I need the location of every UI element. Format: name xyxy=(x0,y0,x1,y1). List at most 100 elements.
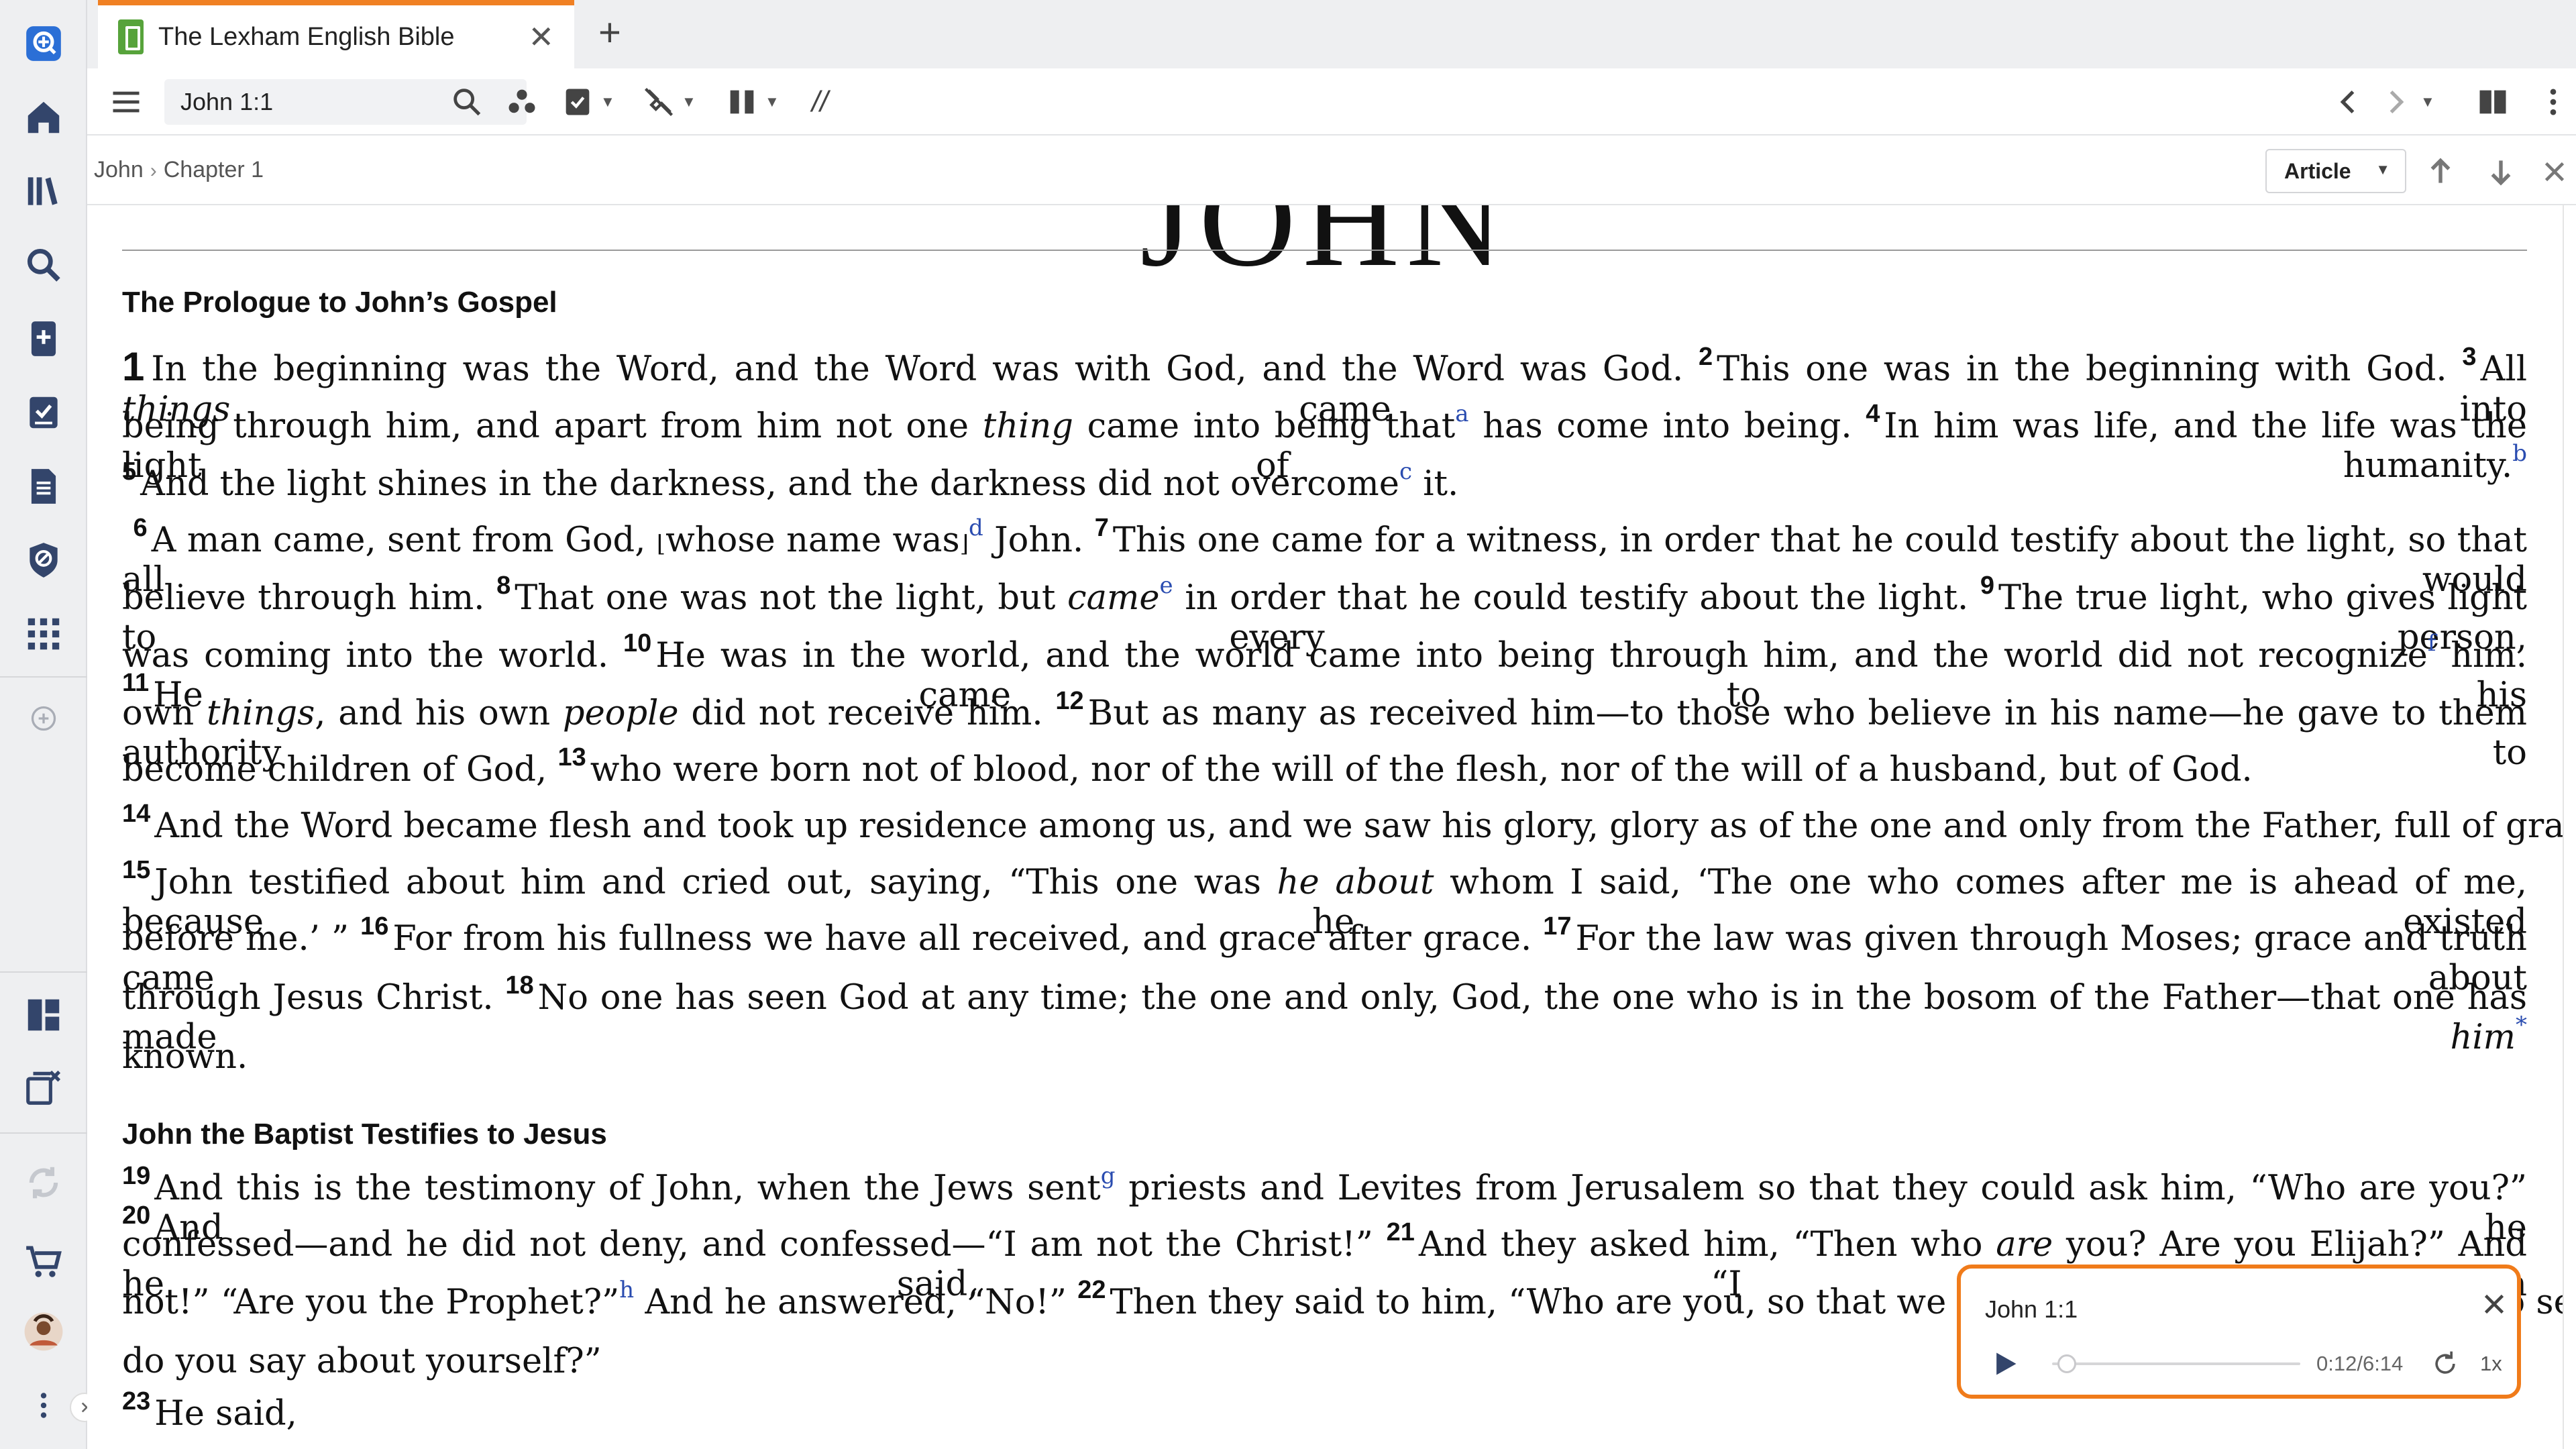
footnote-link[interactable]: b xyxy=(2512,440,2527,467)
verse-number[interactable]: 14 xyxy=(122,800,150,828)
checklist-icon[interactable] xyxy=(20,389,67,436)
verse-text: things xyxy=(206,694,315,733)
verse-text: John testified about him and cried out, … xyxy=(154,863,1261,902)
verse-number[interactable]: 22 xyxy=(1077,1276,1106,1304)
sync-icon[interactable] xyxy=(20,1159,67,1206)
layouts-icon[interactable] xyxy=(20,991,67,1038)
verse-text: He said, xyxy=(154,1394,297,1434)
add-circle-icon[interactable] xyxy=(20,695,67,742)
verse-number[interactable]: 13 xyxy=(557,743,586,771)
verse-number[interactable]: 11 xyxy=(122,669,149,697)
footnote-link[interactable]: d xyxy=(969,515,983,541)
breadcrumb-book[interactable]: John xyxy=(94,157,144,182)
verse-number[interactable]: 9 xyxy=(1980,572,1994,600)
verse-number[interactable]: 19 xyxy=(122,1162,150,1190)
logos-search-icon[interactable] xyxy=(20,20,67,67)
chevron-down-icon[interactable]: ▼ xyxy=(765,93,780,111)
verse-number[interactable]: 16 xyxy=(360,912,388,941)
panel-tools-icon[interactable] xyxy=(504,83,539,121)
article-label: Article xyxy=(2284,158,2351,183)
visual-filters-icon[interactable]: ▼ xyxy=(560,83,615,121)
back-arrow-icon[interactable] xyxy=(2331,83,2366,121)
verse-text: came into being that xyxy=(1087,407,1456,446)
footnote-link[interactable]: a xyxy=(1455,400,1468,427)
verse-text: In the beginning was the Word, and the W… xyxy=(151,350,1684,389)
breadcrumb-separator: › xyxy=(150,160,157,182)
close-panels-icon[interactable] xyxy=(20,1064,67,1111)
user-avatar[interactable] xyxy=(20,1308,67,1355)
close-breadcrumb-icon[interactable] xyxy=(2536,153,2573,191)
verse-text: he about xyxy=(1277,863,1434,902)
progress-track[interactable] xyxy=(2052,1362,2300,1365)
new-tab-button[interactable]: + xyxy=(598,13,621,52)
verse-number[interactable]: 18 xyxy=(505,971,533,1000)
search-icon[interactable] xyxy=(20,241,67,288)
verse-number[interactable]: 10 xyxy=(623,629,651,657)
close-icon[interactable]: ✕ xyxy=(528,21,554,52)
verse-text: was coming into the world. xyxy=(122,636,609,676)
chevron-down-icon[interactable]: ▼ xyxy=(600,93,615,111)
progress-knob[interactable] xyxy=(2057,1354,2076,1373)
inline-highlights-icon[interactable]: ▼ xyxy=(641,83,696,121)
footnote-link[interactable]: h xyxy=(619,1277,634,1303)
tab-lexham-english-bible[interactable]: The Lexham English Bible ✕ xyxy=(98,0,574,68)
verse-number[interactable]: 5 xyxy=(122,458,136,486)
verse-number[interactable]: 23 xyxy=(122,1387,150,1415)
previous-article-icon[interactable] xyxy=(2422,153,2459,191)
footnote-link[interactable]: f xyxy=(2428,630,2436,657)
replay-icon[interactable] xyxy=(2430,1349,2460,1379)
chevron-down-icon[interactable]: ▼ xyxy=(682,93,696,111)
verse-number[interactable]: 4 xyxy=(1866,400,1880,428)
add-document-icon[interactable] xyxy=(20,315,67,362)
bible-book-icon xyxy=(118,19,144,54)
verse-text: who were born not of blood, nor of the w… xyxy=(590,750,2253,790)
verse-number[interactable]: 2 xyxy=(1699,343,1713,371)
verse-number[interactable]: 1 xyxy=(122,344,144,389)
footnote-link[interactable]: * xyxy=(2516,1012,2527,1038)
verse-number[interactable]: 3 xyxy=(2462,343,2476,371)
verse-text: people xyxy=(562,694,679,733)
columns-icon[interactable]: ▼ xyxy=(724,83,780,121)
hamburger-menu-icon[interactable] xyxy=(109,83,144,121)
verse-text: known. xyxy=(122,1037,248,1077)
verse-number[interactable]: 12 xyxy=(1055,687,1083,715)
section-heading: The Prologue to John’s Gospel xyxy=(122,286,557,319)
search-icon[interactable] xyxy=(449,83,484,121)
footnote-link[interactable]: e xyxy=(1160,572,1173,599)
text-line: 23 He said, xyxy=(122,1389,2527,1434)
split-panel-icon[interactable] xyxy=(2475,83,2510,121)
forward-arrow-icon[interactable] xyxy=(2378,83,2413,121)
playback-speed[interactable]: 1x xyxy=(2480,1352,2502,1376)
verse-number[interactable]: 6 xyxy=(133,514,147,542)
verse-number[interactable]: 7 xyxy=(1095,514,1109,542)
section-heading: John the Baptist Testifies to Jesus xyxy=(122,1118,607,1150)
library-icon[interactable] xyxy=(20,168,67,215)
close-icon[interactable] xyxy=(2477,1287,2511,1321)
verse-text: confessed—and he did not deny, and confe… xyxy=(122,1225,1373,1265)
parallel-resources-icon[interactable]: // xyxy=(812,83,828,121)
next-article-icon[interactable] xyxy=(2482,153,2520,191)
verse-text: own xyxy=(122,694,195,733)
history-dropdown-icon[interactable]: ▼ xyxy=(2420,83,2435,121)
verse-number[interactable]: 8 xyxy=(496,572,511,600)
verse-number[interactable]: 15 xyxy=(122,856,150,884)
breadcrumb-chapter[interactable]: Chapter 1 xyxy=(164,157,264,182)
reader-content: JOHN The Prologue to John’s Gospel 1 In t… xyxy=(87,205,2563,1449)
verse-text: are xyxy=(1996,1225,2053,1265)
footnote-link[interactable]: c xyxy=(1399,458,1412,485)
scroll-gutter[interactable] xyxy=(2563,205,2576,1449)
cart-icon[interactable] xyxy=(20,1238,67,1285)
home-icon[interactable] xyxy=(20,94,67,141)
footnote-link[interactable]: g xyxy=(1101,1163,1116,1189)
verse-number[interactable]: 21 xyxy=(1387,1218,1415,1246)
apps-grid-icon[interactable] xyxy=(20,610,67,657)
shield-icon[interactable] xyxy=(20,537,67,584)
article-dropdown[interactable]: Article ▼ xyxy=(2265,149,2406,193)
verse-text: through Jesus Christ. xyxy=(122,978,494,1018)
verse-text: He was in the world, and the world came … xyxy=(655,636,2428,676)
play-icon[interactable] xyxy=(1990,1348,2020,1380)
document-icon[interactable] xyxy=(20,463,67,510)
verse-number[interactable]: 17 xyxy=(1543,912,1571,941)
panel-menu-icon[interactable] xyxy=(2536,83,2571,121)
more-vertical-icon[interactable] xyxy=(27,1382,60,1429)
